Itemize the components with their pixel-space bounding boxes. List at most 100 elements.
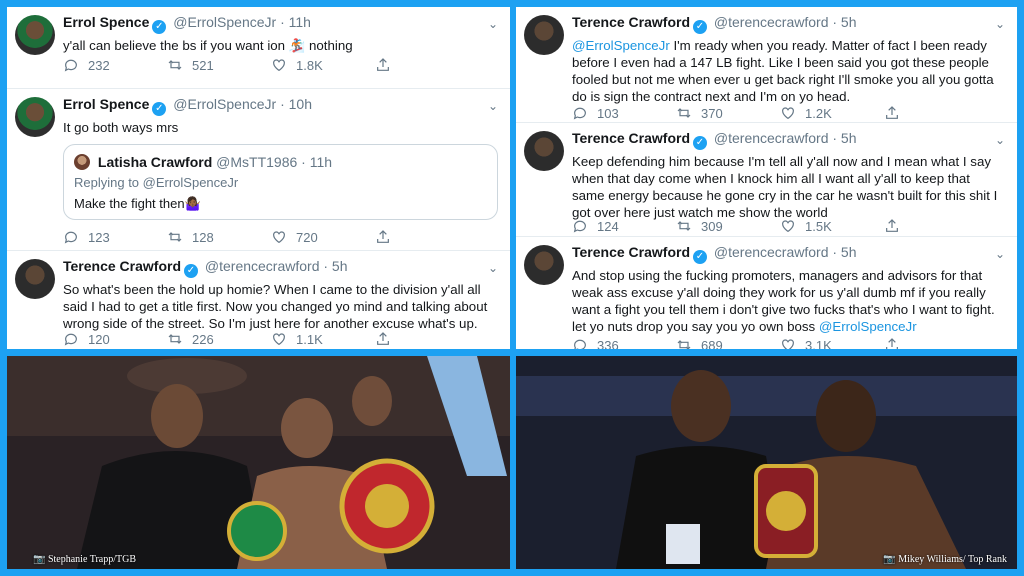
share-icon: [377, 332, 389, 345]
caret-icon[interactable]: ⌄: [995, 131, 1005, 149]
avatar[interactable]: [524, 15, 564, 55]
reply-count: 123: [88, 229, 110, 245]
tweet-crawford-left[interactable]: Terence Crawford ✓ @terencecrawford · 5h …: [7, 251, 510, 349]
verified-icon: ✓: [693, 20, 707, 34]
retweet-count: 309: [701, 218, 723, 234]
like-button[interactable]: 1.8K: [271, 57, 375, 73]
share-button[interactable]: [884, 218, 988, 234]
tweet-text: @ErrolSpenceJr I'm ready when you ready.…: [572, 37, 1005, 105]
tweet-time: · 5h: [323, 258, 348, 274]
share-button[interactable]: [375, 57, 479, 73]
author-handle[interactable]: @ErrolSpenceJr: [173, 96, 276, 112]
reply-button[interactable]: 103: [572, 105, 676, 121]
retweet-icon: [168, 334, 182, 344]
tweet-actions: 103 370 1.2K: [572, 105, 1005, 121]
avatar[interactable]: [524, 131, 564, 171]
tweet-text-body: And stop using the fucking promoters, ma…: [572, 268, 995, 334]
verified-icon: ✓: [152, 20, 167, 34]
tweet-time: · 5h: [832, 244, 857, 260]
share-button[interactable]: [375, 229, 479, 245]
reply-button[interactable]: 124: [572, 218, 676, 234]
like-icon: [782, 339, 794, 349]
avatar[interactable]: [15, 259, 55, 299]
share-icon: [377, 230, 389, 243]
tweet-time: · 5h: [832, 14, 857, 30]
tweet-text: It go both ways mrs: [63, 120, 179, 135]
like-icon: [273, 231, 285, 244]
author-name[interactable]: Errol Spence: [63, 96, 149, 112]
like-button[interactable]: 1.5K: [780, 218, 884, 234]
avatar: [74, 154, 90, 170]
reply-button[interactable]: 120: [63, 331, 167, 347]
tweet-errol-1[interactable]: Errol Spence ✓ @ErrolSpenceJr · 11h ⌄ y'a…: [7, 7, 510, 89]
author-name[interactable]: Terence Crawford: [572, 244, 690, 260]
caret-icon[interactable]: ⌄: [995, 245, 1005, 263]
caret-icon[interactable]: ⌄: [488, 97, 498, 115]
caret-icon[interactable]: ⌄: [995, 15, 1005, 33]
like-button[interactable]: 3.1K: [780, 337, 884, 349]
tweet-time: · 11h: [280, 14, 311, 30]
tweet-crawford-1[interactable]: Terence Crawford ✓ @terencecrawford · 5h …: [516, 7, 1017, 123]
reply-icon: [573, 107, 586, 120]
photo-illustration: [516, 356, 1017, 569]
share-icon: [377, 58, 389, 71]
like-button[interactable]: 720: [271, 229, 375, 245]
reply-icon: [64, 231, 77, 244]
tweet-errol-2[interactable]: Errol Spence ✓ @ErrolSpenceJr · 10h ⌄ It …: [7, 89, 510, 251]
retweet-count: 128: [192, 229, 214, 245]
retweet-button[interactable]: 309: [676, 218, 780, 234]
reply-count: 336: [597, 337, 619, 350]
reply-count: 124: [597, 218, 619, 234]
reply-icon: [64, 59, 77, 72]
retweet-button[interactable]: 689: [676, 337, 780, 349]
author-handle[interactable]: @terencecrawford: [714, 14, 829, 30]
reply-icon: [574, 339, 586, 349]
retweet-button[interactable]: 370: [676, 105, 780, 121]
author-handle[interactable]: @terencecrawford: [714, 130, 829, 146]
share-icon: [886, 219, 898, 232]
like-button[interactable]: 1.2K: [780, 105, 884, 121]
reply-button[interactable]: 123: [63, 229, 167, 245]
author-handle[interactable]: @ErrolSpenceJr: [173, 14, 276, 30]
tweet-text: And stop using the fucking promoters, ma…: [572, 267, 1005, 335]
mention-link[interactable]: @ErrolSpenceJr: [572, 38, 670, 53]
caret-icon[interactable]: ⌄: [488, 259, 498, 277]
retweet-button[interactable]: 521: [167, 57, 271, 73]
share-button[interactable]: [884, 337, 988, 349]
author-handle[interactable]: @terencecrawford: [205, 258, 320, 274]
avatar[interactable]: [15, 97, 55, 137]
quoted-tweet[interactable]: Latisha Crawford @MsTT1986 · 11h Replyin…: [63, 144, 498, 220]
tweet-crawford-2[interactable]: Terence Crawford ✓ @terencecrawford · 5h …: [516, 123, 1017, 237]
boxing-photo-right: 📷 Mikey Williams/ Top Rank: [516, 356, 1017, 569]
retweet-button[interactable]: 128: [167, 229, 271, 245]
like-count: 1.5K: [805, 218, 832, 234]
author-name[interactable]: Errol Spence: [63, 14, 149, 30]
avatar[interactable]: [524, 245, 564, 285]
tweet-crawford-3[interactable]: Terence Crawford ✓ @terencecrawford · 5h …: [516, 237, 1017, 349]
reply-button[interactable]: 232: [63, 57, 167, 73]
reply-button[interactable]: 336: [572, 337, 676, 349]
author-name[interactable]: Terence Crawford: [63, 258, 181, 274]
like-icon: [273, 333, 285, 346]
avatar[interactable]: [15, 15, 55, 55]
tweet-actions: 336 689 3.1K: [572, 337, 1005, 349]
retweet-icon: [677, 340, 691, 349]
tweet-time: · 10h: [280, 96, 312, 112]
author-handle[interactable]: @terencecrawford: [714, 244, 829, 260]
reply-count: 232: [88, 57, 110, 73]
retweet-count: 521: [192, 57, 214, 73]
author-name[interactable]: Terence Crawford: [572, 130, 690, 146]
author-name[interactable]: Terence Crawford: [572, 14, 690, 30]
author-name: Latisha Crawford: [97, 154, 213, 170]
verified-icon: ✓: [184, 264, 198, 278]
caret-icon[interactable]: ⌄: [488, 15, 498, 33]
retweet-button[interactable]: 226: [167, 331, 271, 347]
like-icon: [782, 107, 794, 120]
reply-icon: [64, 333, 77, 346]
share-button[interactable]: [884, 105, 988, 121]
camera-icon: 📷: [33, 554, 48, 565]
share-button[interactable]: [375, 331, 479, 347]
mention-link[interactable]: @ErrolSpenceJr: [819, 319, 917, 334]
like-button[interactable]: 1.1K: [271, 331, 375, 347]
reply-count: 120: [88, 331, 110, 347]
